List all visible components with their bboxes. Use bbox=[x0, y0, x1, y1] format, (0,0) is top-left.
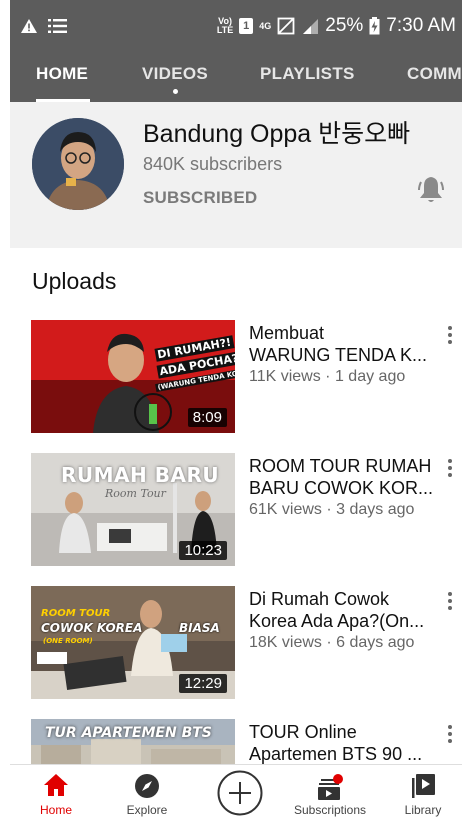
video-duration: 10:23 bbox=[179, 541, 227, 560]
video-item[interactable]: DI RUMAH?! ADA POCHA?! (WARUNG TENDA KOR… bbox=[10, 320, 462, 440]
video-title-line: ROOM TOUR RUMAH bbox=[249, 456, 432, 476]
video-thumbnail[interactable]: RUMAH BARU Room Tour 10:23 bbox=[31, 453, 235, 566]
nav-subscriptions[interactable]: Subscriptions bbox=[288, 765, 372, 817]
thumbnail-overlay-text: BIASA bbox=[179, 621, 220, 635]
tab-playlists[interactable]: PLAYLISTS bbox=[260, 52, 355, 102]
tab-videos-label: VIDEOS bbox=[142, 64, 209, 83]
video-title-line: Apartemen BTS 90 ... bbox=[249, 744, 423, 764]
thumbnail-overlay-text: Room Tour bbox=[105, 487, 166, 500]
video-title[interactable]: Di Rumah Cowok Korea Ada Apa?(On... bbox=[249, 588, 439, 632]
nav-subscriptions-label: Subscriptions bbox=[293, 803, 367, 817]
home-icon bbox=[44, 774, 68, 796]
channel-avatar[interactable] bbox=[32, 118, 124, 210]
video-title-line: Membuat bbox=[249, 323, 325, 343]
video-item[interactable]: RUMAH BARU Room Tour 10:23 ROOM TOUR RUM… bbox=[10, 453, 462, 573]
channel-header: Bandung Oppa 반둥오빠 840K subscribers SUBSC… bbox=[10, 102, 462, 248]
video-meta: 18K views · 6 days ago bbox=[249, 634, 415, 651]
tab-community[interactable]: COMM bbox=[407, 52, 462, 102]
network-type: 4G bbox=[259, 20, 272, 31]
subscriptions-icon bbox=[318, 774, 343, 800]
video-title[interactable]: ROOM TOUR RUMAH BARU COWOK KOR... bbox=[249, 455, 439, 499]
thumbnail-overlay-text: RUMAH BARU bbox=[61, 463, 220, 487]
sim-indicator: 1 bbox=[239, 18, 254, 34]
battery-percent: 25% bbox=[325, 15, 364, 36]
nav-explore[interactable]: Explore bbox=[118, 765, 176, 817]
video-meta: 11K views · 1 day ago bbox=[249, 368, 406, 385]
avatar-image bbox=[32, 118, 124, 210]
nav-explore-label: Explore bbox=[126, 803, 168, 817]
more-options-icon[interactable] bbox=[446, 723, 454, 745]
tab-community-label: COMM bbox=[407, 64, 462, 83]
thumbnail-overlay-text: COWOK KOREA bbox=[41, 621, 143, 635]
nav-create[interactable] bbox=[216, 765, 264, 817]
status-bar: Vo) LTE 1 4G 25% 7:30 AM bbox=[10, 0, 462, 52]
tab-home[interactable]: HOME bbox=[36, 52, 90, 102]
thumbnail-overlay-text: TUR APARTEMEN BTS bbox=[45, 725, 212, 741]
more-options-icon[interactable] bbox=[446, 324, 454, 346]
video-title[interactable]: TOUR Online Apartemen BTS 90 ... bbox=[249, 721, 439, 765]
subscribed-button[interactable]: SUBSCRIBED bbox=[143, 188, 257, 208]
signal-icon bbox=[303, 19, 319, 34]
video-title-line: WARUNG TENDA K... bbox=[249, 345, 428, 365]
video-duration: 8:09 bbox=[187, 408, 227, 427]
uploads-heading: Uploads bbox=[32, 268, 117, 294]
screen: Vo) LTE 1 4G 25% 7:30 AM HOME VIDEOS PLA… bbox=[10, 0, 462, 817]
video-title-line: Di Rumah Cowok bbox=[249, 589, 390, 609]
no-sim-icon bbox=[277, 17, 295, 35]
video-thumbnail[interactable]: ROOM TOUR COWOK KOREA BIASA (ONE ROOM) 1… bbox=[31, 586, 235, 699]
video-thumbnail[interactable]: DI RUMAH?! ADA POCHA?! (WARUNG TENDA KOR… bbox=[31, 320, 235, 433]
nav-home-label: Home bbox=[39, 803, 72, 817]
tab-home-label: HOME bbox=[36, 64, 89, 83]
list-icon bbox=[48, 19, 67, 33]
video-meta: 61K views · 3 days ago bbox=[249, 501, 415, 518]
video-title-line: Korea Ada Apa?(On... bbox=[249, 611, 425, 631]
tab-videos[interactable]: VIDEOS bbox=[142, 52, 208, 102]
channel-name: Bandung Oppa 반둥오빠 bbox=[143, 120, 411, 148]
new-content-dot bbox=[173, 89, 179, 94]
channel-tabs: HOME VIDEOS PLAYLISTS COMM bbox=[10, 52, 462, 102]
more-options-icon[interactable] bbox=[446, 590, 454, 612]
video-title[interactable]: Membuat WARUNG TENDA K... bbox=[249, 322, 439, 366]
subscriber-count: 840K subscribers bbox=[143, 154, 283, 174]
clock: 7:30 AM bbox=[386, 15, 456, 36]
library-icon bbox=[412, 774, 435, 798]
video-item[interactable]: ROOM TOUR COWOK KOREA BIASA (ONE ROOM) 1… bbox=[10, 586, 462, 706]
nav-library[interactable]: Library bbox=[394, 765, 452, 817]
more-options-icon[interactable] bbox=[446, 457, 454, 479]
add-icon bbox=[217, 770, 263, 816]
nav-home[interactable]: Home bbox=[27, 765, 85, 817]
bottom-navigation: Home Explore Subscriptions Library bbox=[10, 764, 462, 817]
thumbnail-overlay-text: (ONE ROOM) bbox=[43, 637, 93, 645]
tab-playlists-label: PLAYLISTS bbox=[260, 64, 355, 83]
notification-bell-icon[interactable] bbox=[416, 174, 446, 206]
battery-charging-icon bbox=[369, 17, 380, 35]
volte-indicator: Vo) LTE bbox=[216, 16, 234, 35]
compass-icon bbox=[135, 774, 159, 798]
video-duration: 12:29 bbox=[179, 674, 227, 693]
thumbnail-overlay-text: ROOM TOUR bbox=[41, 608, 111, 619]
video-title-line: TOUR Online bbox=[249, 722, 357, 742]
video-title-line: BARU COWOK KOR... bbox=[249, 478, 434, 498]
warning-icon bbox=[21, 19, 37, 33]
nav-library-label: Library bbox=[404, 803, 442, 817]
